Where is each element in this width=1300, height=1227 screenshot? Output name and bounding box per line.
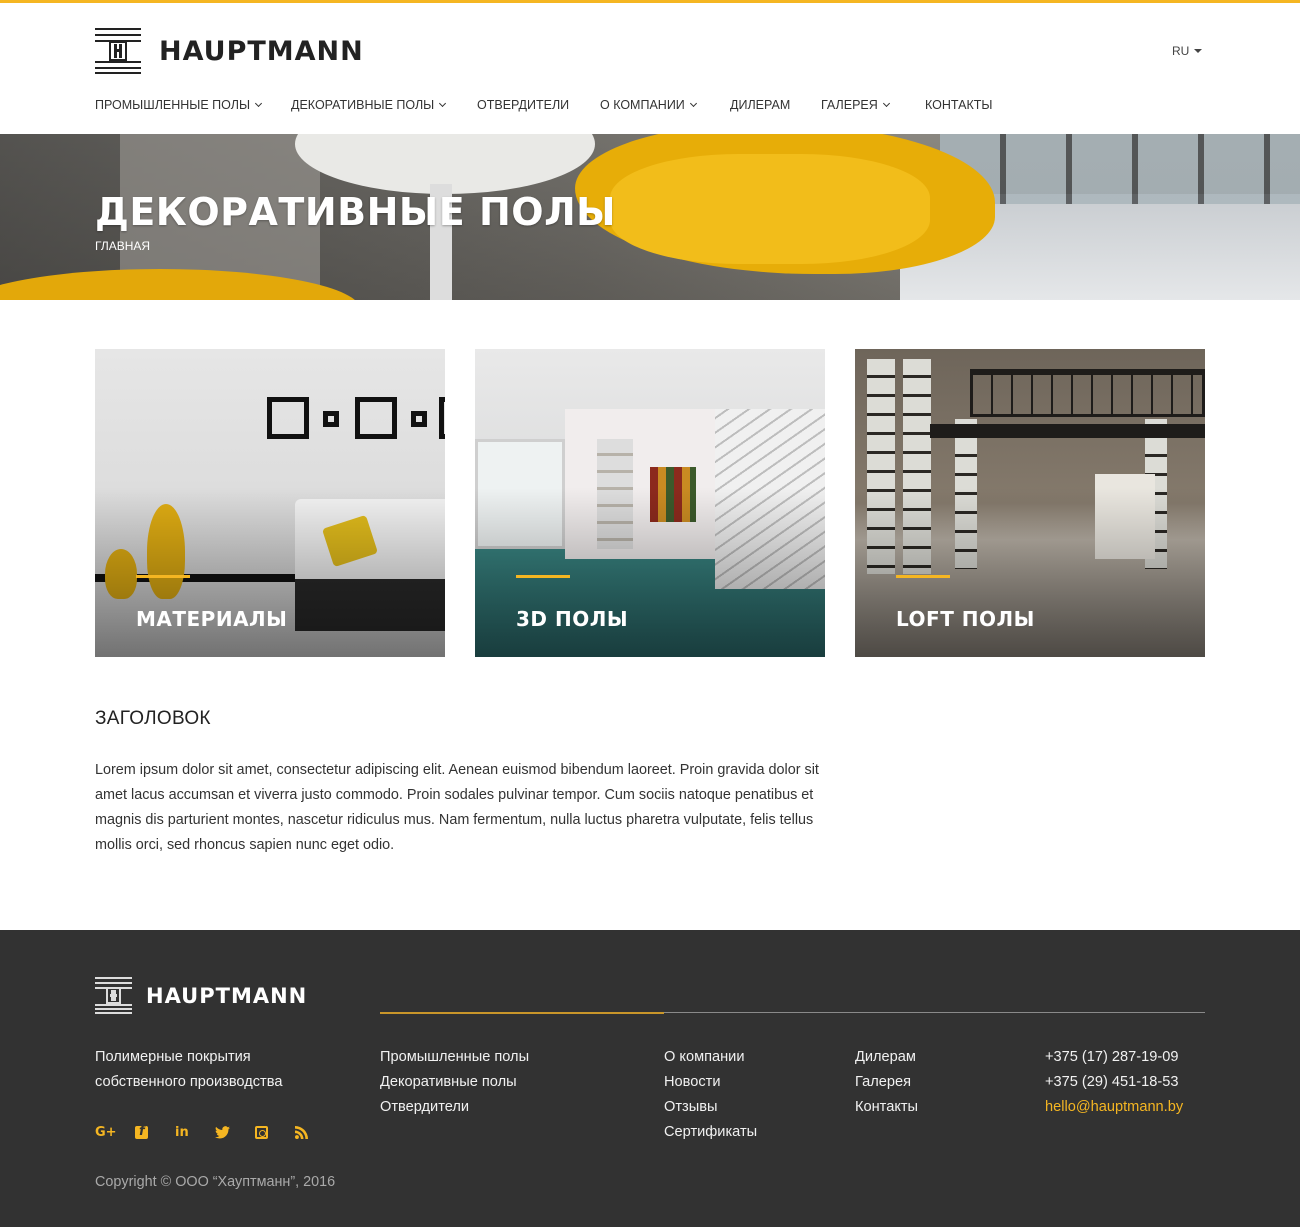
nav-label: О КОМПАНИИ (600, 98, 685, 112)
card-label: LOFT ПОЛЫ (896, 607, 1035, 631)
main-nav: ПРОМЫШЛЕННЫЕ ПОЛЫ ДЕКОРАТИВНЫЕ ПОЛЫ ОТВЕ… (95, 98, 992, 112)
caret-down-icon (1194, 49, 1203, 53)
nav-item-decorative-floors[interactable]: ДЕКОРАТИВНЫЕ ПОЛЫ (291, 98, 477, 112)
footer-link[interactable]: Декоративные полы (380, 1070, 529, 1095)
logo[interactable]: HAUPTMANN (95, 28, 364, 74)
nav-item-dealers[interactable]: ДИЛЕРАМ (730, 98, 821, 112)
footer-logo[interactable]: HAUPTMANN (95, 977, 307, 1014)
chevron-down-icon (439, 99, 447, 108)
instagram-icon[interactable] (255, 1123, 295, 1141)
card-accent-line (136, 575, 190, 578)
footer-link[interactable]: Сертификаты (664, 1120, 757, 1145)
hero-chair-seat (610, 154, 930, 264)
chevron-down-icon (689, 99, 697, 108)
footer-col-products: Промышленные полы Декоративные полы Отве… (380, 1045, 529, 1120)
footer-link[interactable]: О компании (664, 1045, 757, 1070)
top-accent-line (0, 0, 1300, 3)
phone-link[interactable]: +375 (17) 287-19-09 (1045, 1045, 1183, 1070)
social-links: G+ in (95, 1123, 335, 1141)
nav-item-contacts[interactable]: КОНТАКТЫ (925, 98, 992, 112)
facebook-icon[interactable] (135, 1123, 175, 1141)
nav-item-industrial-floors[interactable]: ПРОМЫШЛЕННЫЕ ПОЛЫ (95, 98, 291, 112)
tagline-line: Полимерные покрытия (95, 1049, 251, 1065)
footer-logo-text: HAUPTMANN (146, 983, 308, 1008)
card-accent-line (896, 575, 950, 578)
page-title: ДЕКОРАТИВНЫЕ ПОЛЫ (95, 190, 617, 234)
nav-label: ПРОМЫШЛЕННЫЕ ПОЛЫ (95, 98, 251, 112)
nav-label: ДЕКОРАТИВНЫЕ ПОЛЫ (291, 98, 435, 112)
nav-item-about[interactable]: О КОМПАНИИ (600, 98, 730, 112)
nav-label: ДИЛЕРАМ (730, 98, 791, 112)
footer-divider (664, 1012, 1205, 1013)
nav-label: ОТВЕРДИТЕЛИ (477, 98, 570, 112)
nav-label: КОНТАКТЫ (925, 98, 993, 112)
footer-link[interactable]: Дилерам (855, 1045, 918, 1070)
section-body: Lorem ipsum dolor sit amet, consectetur … (95, 762, 819, 853)
section-heading: ЗАГОЛОВОК (95, 708, 211, 729)
footer-link[interactable]: Промышленные полы (380, 1045, 529, 1070)
rss-icon[interactable] (295, 1123, 335, 1141)
nav-label: ГАЛЕРЕЯ (821, 98, 878, 112)
logo-mark-icon (95, 28, 141, 74)
footer-divider-accent (380, 1012, 664, 1014)
breadcrumb-home[interactable]: ГЛАВНАЯ (95, 239, 150, 253)
twitter-icon[interactable] (215, 1123, 255, 1141)
language-switcher[interactable]: RU (1172, 44, 1203, 58)
card-label: 3D ПОЛЫ (516, 607, 629, 631)
footer-col-company: О компании Новости Отзывы Сертификаты (664, 1045, 757, 1145)
tagline-line: собственного производства (95, 1074, 283, 1090)
nav-item-hardeners[interactable]: ОТВЕРДИТЕЛИ (477, 98, 600, 112)
hero-banner: ДЕКОРАТИВНЫЕ ПОЛЫ ГЛАВНАЯ (0, 134, 1300, 300)
category-card-3d-floors[interactable]: 3D ПОЛЫ (475, 349, 825, 657)
footer-link[interactable]: Отзывы (664, 1095, 757, 1120)
chevron-down-icon (254, 99, 263, 108)
card-label: МАТЕРИАЛЫ (136, 607, 288, 631)
category-card-materials[interactable]: МАТЕРИАЛЫ (95, 349, 445, 657)
linkedin-icon[interactable]: in (175, 1123, 215, 1141)
category-card-loft-floors[interactable]: LOFT ПОЛЫ (855, 349, 1205, 657)
email-link[interactable]: hello@hauptmann.by (1045, 1095, 1183, 1120)
footer-col-partners: Дилерам Галерея Контакты (855, 1045, 918, 1120)
footer-link[interactable]: Галерея (855, 1070, 918, 1095)
language-label: RU (1172, 44, 1190, 58)
footer: HAUPTMANN Полимерные покрытия собственно… (0, 930, 1300, 1227)
logo-mark-icon (95, 977, 132, 1014)
card-accent-line (516, 575, 570, 578)
footer-tagline: Полимерные покрытия собственного произво… (95, 1045, 282, 1095)
footer-link[interactable]: Отвердители (380, 1095, 529, 1120)
logo-text: HAUPTMANN (159, 35, 364, 67)
hero-window (940, 134, 1300, 204)
phone-link[interactable]: +375 (29) 451-18-53 (1045, 1070, 1183, 1095)
nav-item-gallery[interactable]: ГАЛЕРЕЯ (821, 98, 925, 112)
chevron-down-icon (882, 99, 890, 108)
footer-link[interactable]: Контакты (855, 1095, 918, 1120)
footer-contacts: +375 (17) 287-19-09 +375 (29) 451-18-53 … (1045, 1045, 1183, 1120)
footer-link[interactable]: Новости (664, 1070, 757, 1095)
copyright: Copyright © ООО “Хауптманн”, 2016 (95, 1174, 336, 1190)
google-plus-icon[interactable]: G+ (95, 1123, 135, 1141)
